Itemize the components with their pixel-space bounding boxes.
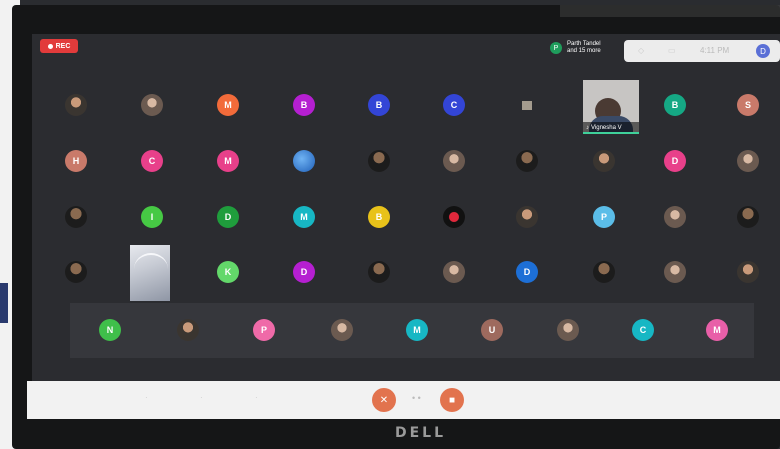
bottom-tile[interactable]: C bbox=[632, 319, 654, 341]
background-object bbox=[0, 283, 8, 323]
camera-off-icon: ■ bbox=[448, 394, 456, 406]
active-video-tile[interactable]: ♪ Vignesha V bbox=[583, 80, 639, 134]
bottom-tile[interactable]: M bbox=[406, 319, 428, 341]
participant-tile[interactable]: D bbox=[293, 261, 315, 283]
meeting-controls-bar bbox=[27, 381, 780, 419]
participant-tile[interactable]: K bbox=[217, 261, 239, 283]
participant-tile[interactable] bbox=[664, 206, 686, 228]
participants-text: Parth Tandel and 15 more bbox=[567, 41, 601, 55]
recording-badge: REC bbox=[40, 39, 78, 53]
participants-more: and 15 more bbox=[567, 48, 601, 54]
bottom-tile[interactable] bbox=[557, 319, 579, 341]
participant-tile[interactable] bbox=[593, 261, 615, 283]
toolbar-icon-2[interactable]: ▭ bbox=[668, 46, 676, 55]
small-image-tile[interactable] bbox=[522, 101, 532, 110]
toolbar-icon-1[interactable]: ◇ bbox=[638, 46, 644, 55]
video-participant-name: Vignesha V bbox=[591, 125, 622, 131]
participant-avatar: P bbox=[550, 42, 562, 54]
bottom-tile[interactable]: M bbox=[706, 319, 728, 341]
participant-tile[interactable] bbox=[516, 206, 538, 228]
control-faint-3[interactable]: · bbox=[255, 393, 258, 402]
participant-tile[interactable]: B bbox=[664, 94, 686, 116]
recording-label: REC bbox=[55, 42, 71, 50]
participant-tile[interactable]: C bbox=[443, 94, 465, 116]
participant-tile[interactable] bbox=[443, 261, 465, 283]
mic-icon: ♪ bbox=[586, 125, 589, 131]
control-faint-1[interactable]: · bbox=[145, 393, 148, 402]
participant-tile[interactable] bbox=[737, 206, 759, 228]
rect-image-shape bbox=[134, 253, 168, 285]
participant-tile[interactable]: D bbox=[664, 150, 686, 172]
dell-logo: DELL bbox=[395, 425, 447, 441]
participant-tile[interactable] bbox=[368, 261, 390, 283]
participant-tile[interactable]: S bbox=[737, 94, 759, 116]
participant-tile[interactable]: B bbox=[293, 94, 315, 116]
rect-image-tile[interactable] bbox=[130, 245, 170, 301]
participant-tile[interactable]: P bbox=[593, 206, 615, 228]
participant-tile[interactable] bbox=[516, 150, 538, 172]
video-off-button[interactable]: ■ bbox=[440, 388, 464, 412]
participant-tile[interactable]: I bbox=[141, 206, 163, 228]
participant-tile[interactable] bbox=[293, 150, 315, 172]
participant-tile[interactable] bbox=[141, 94, 163, 116]
participant-tile[interactable]: D bbox=[217, 206, 239, 228]
participant-tile[interactable]: B bbox=[368, 206, 390, 228]
speaking-indicator bbox=[583, 132, 639, 134]
participant-tile[interactable] bbox=[65, 94, 87, 116]
more-options-button[interactable]: • • bbox=[412, 393, 421, 403]
participant-tile[interactable] bbox=[65, 261, 87, 283]
participant-tile[interactable] bbox=[443, 206, 465, 228]
participant-tile[interactable]: M bbox=[217, 150, 239, 172]
participant-tile[interactable] bbox=[593, 150, 615, 172]
mic-off-icon: ✕ bbox=[379, 394, 389, 406]
user-avatar[interactable]: D bbox=[756, 44, 770, 58]
participant-tile[interactable]: D bbox=[516, 261, 538, 283]
participant-tile[interactable] bbox=[664, 261, 686, 283]
clock: 4:11 PM bbox=[700, 46, 730, 55]
participant-tile[interactable] bbox=[368, 150, 390, 172]
participant-tile[interactable] bbox=[737, 150, 759, 172]
participant-tile[interactable]: B bbox=[368, 94, 390, 116]
participants-name: Parth Tandel bbox=[567, 41, 601, 47]
participant-tile[interactable] bbox=[65, 206, 87, 228]
participant-tile[interactable] bbox=[443, 150, 465, 172]
participant-tile[interactable]: H bbox=[65, 150, 87, 172]
participant-tile[interactable]: M bbox=[293, 206, 315, 228]
bottom-tile[interactable]: U bbox=[481, 319, 503, 341]
bottom-tile[interactable]: P bbox=[253, 319, 275, 341]
top-glare bbox=[560, 5, 780, 17]
top-toolbar: ◇ ▭ 4:11 PM D bbox=[624, 40, 780, 62]
participants-indicator[interactable]: P Parth Tandel and 15 more bbox=[550, 41, 601, 55]
bottom-tile[interactable] bbox=[177, 319, 199, 341]
record-dot-icon bbox=[47, 43, 53, 49]
bottom-tile[interactable]: N bbox=[99, 319, 121, 341]
participant-tile[interactable]: C bbox=[141, 150, 163, 172]
bottom-tile[interactable] bbox=[331, 319, 353, 341]
mute-mic-button[interactable]: ✕ bbox=[372, 388, 396, 412]
participant-tile[interactable] bbox=[737, 261, 759, 283]
participant-tile[interactable]: M bbox=[217, 94, 239, 116]
control-faint-2[interactable]: · bbox=[200, 393, 203, 402]
